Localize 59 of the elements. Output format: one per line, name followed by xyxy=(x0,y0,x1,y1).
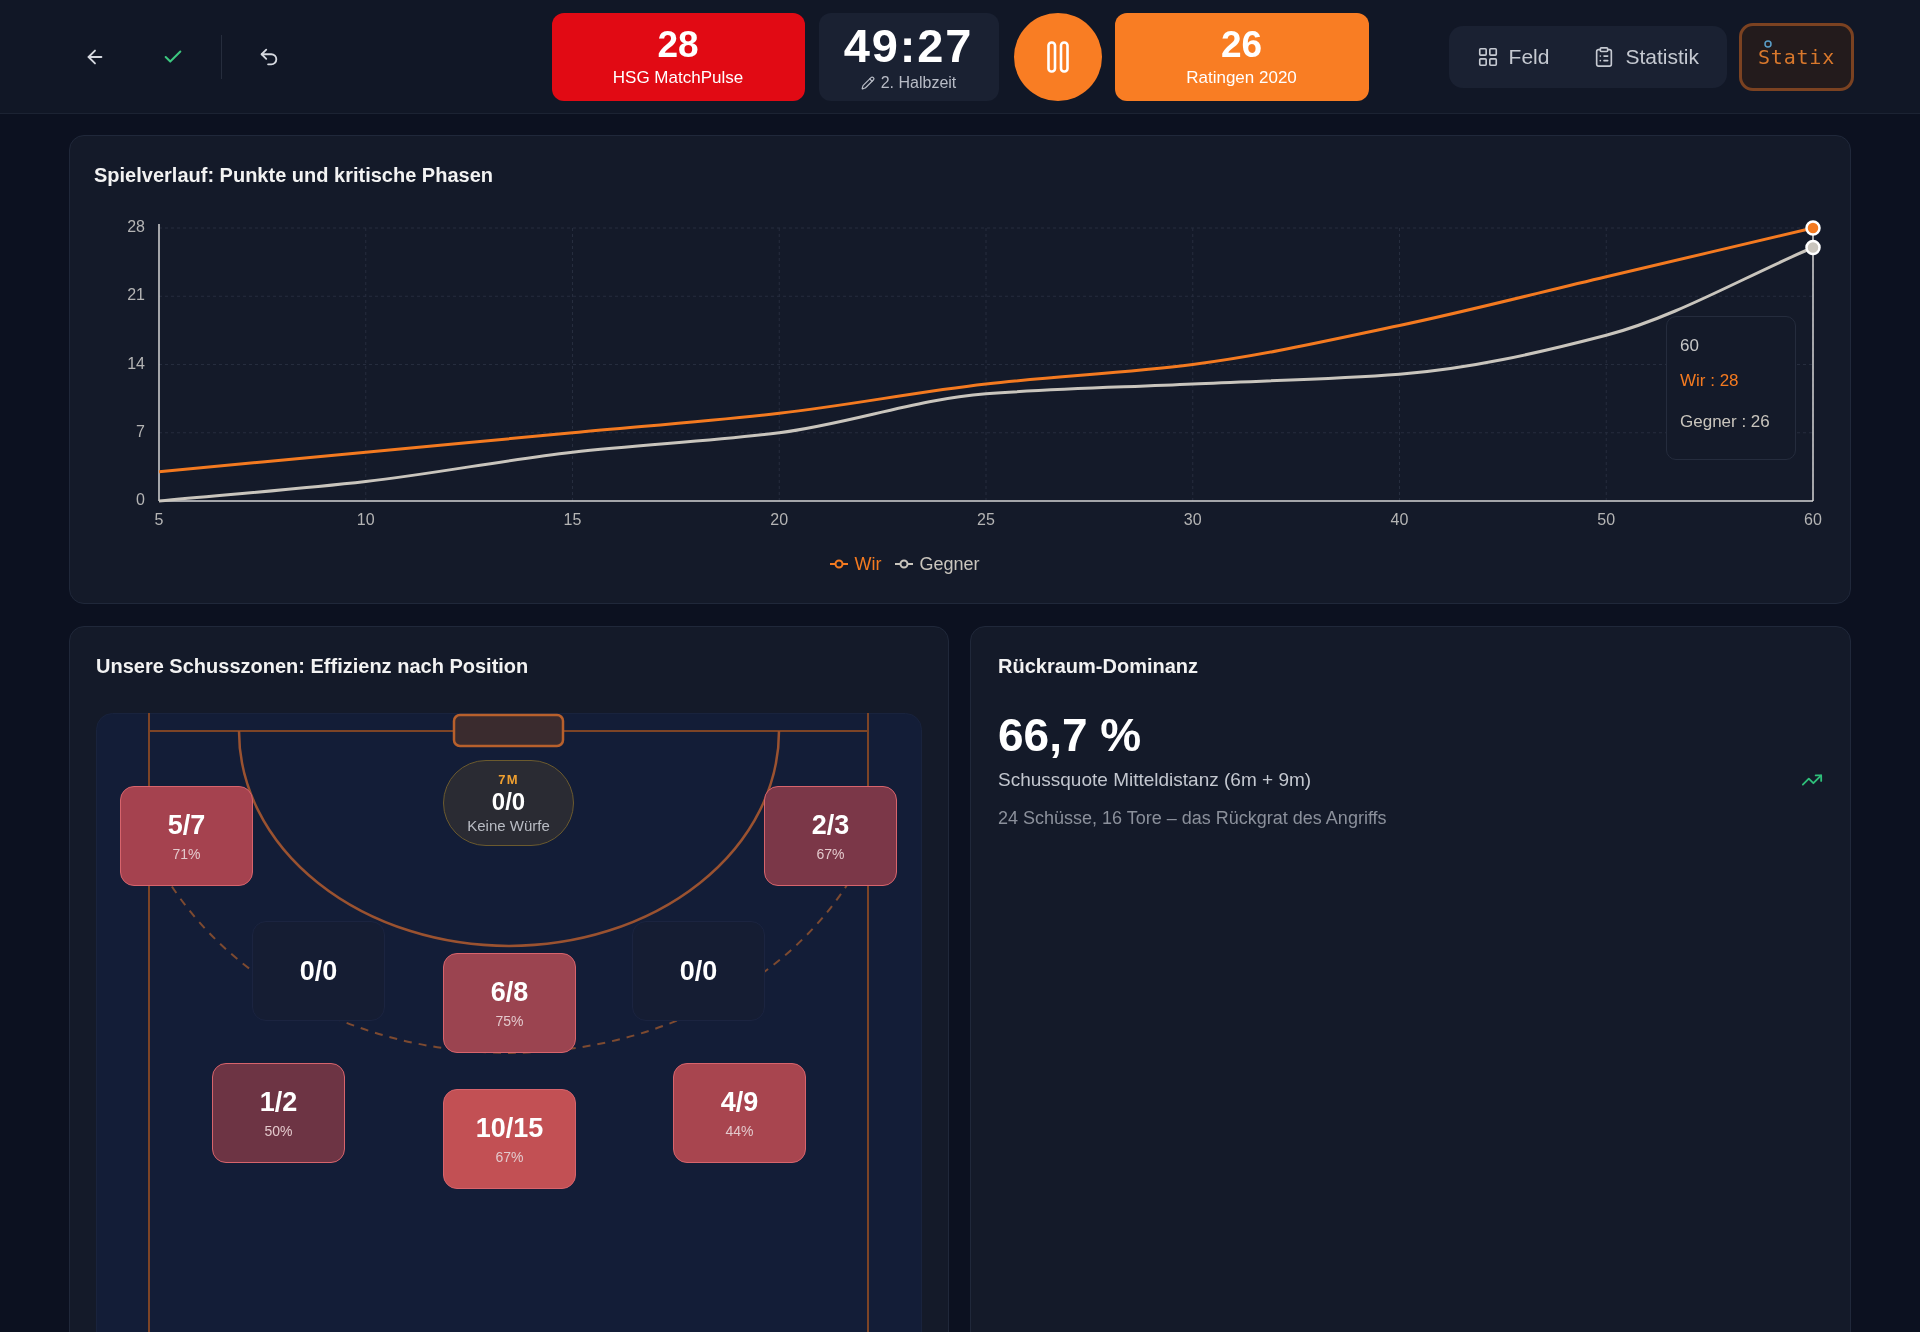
card-title: Rückraum-Dominanz xyxy=(998,654,1200,678)
axis-tick-label: 30 xyxy=(1183,511,1202,529)
axis-tick-label: 0 xyxy=(136,491,145,509)
zone-ratio: 0/0 xyxy=(679,956,718,986)
tooltip-title: 60 xyxy=(1680,335,1700,357)
axis-tick-label: 5 xyxy=(154,511,164,529)
zone-percent: 44% xyxy=(725,1123,754,1139)
zone-ratio: 5/7 xyxy=(167,810,206,840)
away-score: 26 xyxy=(1220,24,1263,65)
legend-line-icon xyxy=(895,559,914,569)
grid-icon xyxy=(1476,45,1499,68)
axis-tick-label: 25 xyxy=(977,511,995,529)
legend-label: Wir xyxy=(854,553,882,575)
zone-percent: 67% xyxy=(495,1149,524,1165)
legend-line-icon xyxy=(830,559,849,569)
card-title: Unsere Schusszonen: Effizienz nach Position xyxy=(96,654,530,678)
brand-button[interactable]: Statix xyxy=(1739,22,1854,91)
axis-tick-label: 7 xyxy=(136,422,145,440)
tooltip-value: Wir : 28 xyxy=(1680,370,1740,392)
zone-ratio: 4/9 xyxy=(720,1087,759,1117)
axis-tick-label: 40 xyxy=(1390,511,1409,529)
ring-icon xyxy=(1764,39,1772,48)
point-marker-icon xyxy=(1805,239,1821,256)
zone-ratio: 1/2 xyxy=(259,1087,298,1117)
pause-icon xyxy=(1046,40,1069,73)
axis-tick-label: 60 xyxy=(1804,511,1822,529)
stat-value: 66,7 % xyxy=(998,712,1143,758)
away-team-name: Ratingen 2020 xyxy=(1186,66,1297,89)
axis-tick-label: 21 xyxy=(127,286,145,304)
axis-tick-label: 15 xyxy=(563,511,582,529)
zone-percent: 67% xyxy=(816,846,845,862)
zone-ratio: 2/3 xyxy=(811,810,850,840)
zone-ratio: 0/0 xyxy=(299,956,338,986)
home-score: 28 xyxy=(657,24,699,65)
axis-tick-label: 20 xyxy=(770,511,789,529)
legend-label: Gegner xyxy=(919,553,980,575)
stat-detail: 24 Schüsse, 16 Tore – das Rückgrat des Angriffs xyxy=(998,807,1388,830)
axis-tick-label: 28 xyxy=(127,218,145,236)
card-title: Spielverlauf: Punkte und kritische Phasen xyxy=(94,163,494,187)
view-tab[interactable]: Statistik xyxy=(1575,32,1717,81)
home-team-name: HSG MatchPulse xyxy=(612,66,744,89)
pencil-icon xyxy=(860,75,875,90)
zone-percent: 71% xyxy=(172,846,201,862)
zone-tag: 7M xyxy=(498,771,519,788)
zone-note: Keine Würfe xyxy=(467,815,550,835)
point-marker-icon xyxy=(1805,220,1821,236)
zone-ratio: 0/0 xyxy=(491,787,526,816)
tooltip-value: Gegner : 26 xyxy=(1680,411,1771,433)
game-clock: 49:27 xyxy=(843,20,974,71)
view-tab[interactable]: Feld xyxy=(1458,32,1568,81)
axis-tick-label: 10 xyxy=(356,511,375,529)
period-label: 2. Halbzeit xyxy=(880,72,957,93)
zone-percent: 75% xyxy=(495,1013,524,1029)
zone-percent: 50% xyxy=(264,1123,293,1139)
zone-ratio: 10/15 xyxy=(475,1113,544,1143)
axis-tick-label: 50 xyxy=(1597,511,1616,529)
stat-label: Schussquote Mitteldistanz (6m + 9m) xyxy=(998,768,1312,792)
axis-tick-label: 14 xyxy=(127,354,145,372)
zone-ratio: 6/8 xyxy=(490,977,529,1007)
